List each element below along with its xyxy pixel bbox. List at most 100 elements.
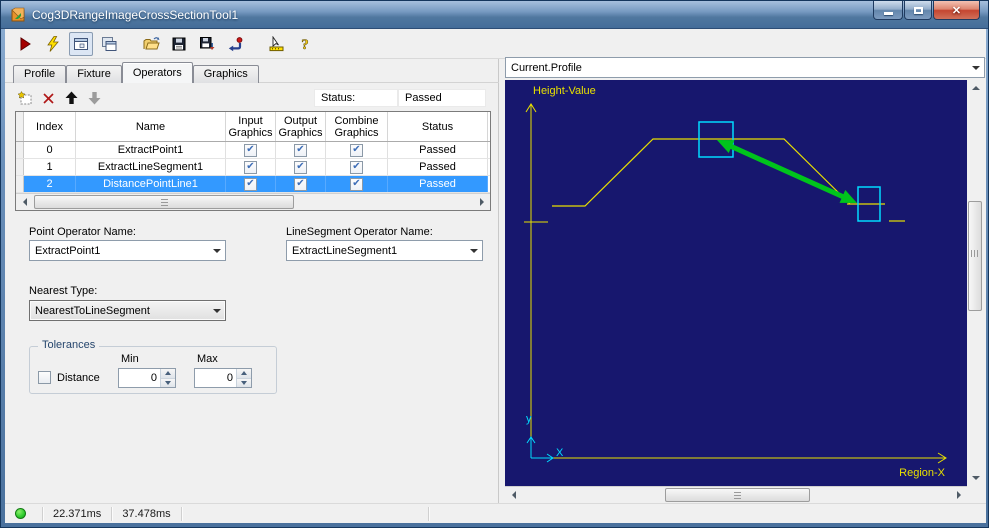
point-operator-combobox[interactable]: ExtractPoint1 [29,240,226,261]
min-spin-up-button[interactable] [161,369,175,379]
save-button[interactable] [167,32,191,56]
table-scroll-right-button[interactable] [473,194,490,210]
chevron-down-icon [469,248,478,253]
plot-scroll-left-button[interactable] [505,487,522,503]
tab-graphics[interactable]: Graphics [192,65,259,83]
plot-horizontal-scrollbar[interactable] [505,486,967,502]
linesegment-operator-combobox[interactable]: ExtractLineSegment1 [286,240,483,261]
lightning-icon [47,35,59,52]
output-graphics-checkbox[interactable]: ✔ [294,160,307,174]
input-graphics-checkbox[interactable]: ✔ [244,143,257,157]
show-last-run-toggle-button[interactable] [69,31,93,56]
copy-results-button[interactable] [97,32,121,56]
output-graphics-checkbox[interactable]: ✔ [294,177,307,191]
save-icon [172,37,186,50]
save-as-icon [199,36,214,50]
output-graphics-checkbox[interactable]: ✔ [294,143,307,157]
max-spinner[interactable]: 0 [194,368,252,388]
combine-graphics-checkbox[interactable]: ✔ [350,143,363,157]
profile-plot[interactable]: Height-Value Region-X y X [505,80,967,486]
y-axis-label: Height-Value [533,85,596,97]
column-header-input-graphics[interactable]: Input Graphics [226,112,276,141]
input-graphics-checkbox[interactable]: ✔ [244,160,257,174]
run-button[interactable] [13,32,37,56]
tab-profile[interactable]: Profile [13,65,67,83]
table-horizontal-scrollbar[interactable] [16,193,490,210]
scroll-down-icon [971,476,980,480]
max-spin-down-button[interactable] [237,378,251,387]
nearest-type-combobox[interactable]: NearestToLineSegment [29,300,226,321]
column-header-name[interactable]: Name [76,112,226,141]
origin-x-label: X [556,447,564,459]
move-up-button[interactable] [61,88,81,108]
spin-down-icon [241,380,247,385]
record-selector-dropdown-button[interactable] [967,58,984,77]
max-spin-up-button[interactable] [237,369,251,379]
origin-y-label: y [526,413,532,425]
run-icon [20,36,31,51]
title-bar[interactable]: Cog3DRangeImageCrossSectionTool1 ✕ [1,1,988,29]
column-header-combine-graphics[interactable]: Combine Graphics [326,112,388,141]
plot-scroll-right-button[interactable] [950,487,967,503]
column-header-status[interactable]: Status [388,112,488,141]
move-down-button[interactable] [84,88,104,108]
delete-operator-button[interactable] [38,88,58,108]
minimize-button[interactable] [873,1,903,20]
plot-vertical-scrollbar[interactable] [967,80,984,486]
operators-table-body: 0 ExtractPoint1 ✔ ✔ ✔ Passed 1 ExtractLineSegme… [16,142,490,193]
table-scrollbar-thumb[interactable] [34,195,294,209]
save-as-button[interactable] [195,32,219,56]
electric-tool-button[interactable] [265,32,289,56]
nearest-type-dropdown-button[interactable] [208,301,225,320]
statusbar-separator [111,506,113,521]
status-label-field: Status: [314,89,398,107]
distance-checkbox[interactable] [38,371,51,384]
min-spinner[interactable]: 0 [118,368,176,388]
combine-graphics-checkbox[interactable]: ✔ [350,160,363,174]
app-window: Cog3DRangeImageCrossSectionTool1 ✕ ? Pro… [0,0,989,528]
nearest-type-value: NearestToLineSegment [35,304,150,317]
table-row[interactable]: 2 DistancePointLine1 ✔ ✔ ✔ Passed [16,176,490,193]
tab-fixture[interactable]: Fixture [66,65,122,83]
min-spin-down-button[interactable] [161,378,175,387]
spin-up-icon [165,371,171,376]
close-button[interactable]: ✕ [933,1,980,20]
tab-fixture-label: Fixture [77,68,111,80]
tab-strip: Profile Fixture Operators Graphics [13,62,259,83]
column-header-index[interactable]: Index [24,112,76,141]
tool-edit-panel: Profile Fixture Operators Graphics Statu… [5,59,499,505]
reset-button[interactable] [223,32,247,56]
input-graphics-checkbox[interactable]: ✔ [244,177,257,191]
help-button[interactable]: ? [293,32,317,56]
min-label: Min [121,353,139,365]
tab-operators[interactable]: Operators [121,62,193,83]
table-scroll-left-button[interactable] [16,194,33,210]
add-operator-button[interactable] [15,88,35,108]
record-selector-combobox[interactable]: Current.Profile [505,57,985,78]
plot-hscrollbar-thumb[interactable] [665,488,810,502]
plot-scroll-down-button[interactable] [967,470,984,486]
plot-vscrollbar-thumb[interactable] [968,201,982,311]
scroll-left-icon [511,490,516,499]
table-row[interactable]: 0 ExtractPoint1 ✔ ✔ ✔ Passed [16,142,490,159]
down-arrow-icon [88,92,100,105]
linesegment-operator-dropdown-button[interactable] [465,241,482,260]
combine-graphics-checkbox[interactable]: ✔ [350,177,363,191]
main-area: Profile Fixture Operators Graphics Statu… [5,57,986,505]
open-file-button[interactable] [139,32,163,56]
plot-scroll-up-button[interactable] [967,80,984,96]
column-header-output-graphics[interactable]: Output Graphics [276,112,326,141]
point-operator-dropdown-button[interactable] [208,241,225,260]
electric-run-button[interactable] [41,32,65,56]
table-row[interactable]: 1 ExtractLineSegment1 ✔ ✔ ✔ Passed [16,159,490,176]
statusbar-separator [180,506,182,521]
tolerances-title: Tolerances [38,339,100,351]
point-operator-value: ExtractPoint1 [35,244,101,257]
scrollbar-grip [970,250,980,257]
maximize-button[interactable] [904,1,932,20]
app-icon [11,7,25,21]
operators-table-header: Index Name Input Graphics Output Graphics Co… [16,112,490,142]
tolerances-groupbox: Tolerances Min Max Distance 0 0 [29,339,277,394]
point-operator-label: Point Operator Name: [29,226,136,238]
status-label: Status: [321,92,356,104]
